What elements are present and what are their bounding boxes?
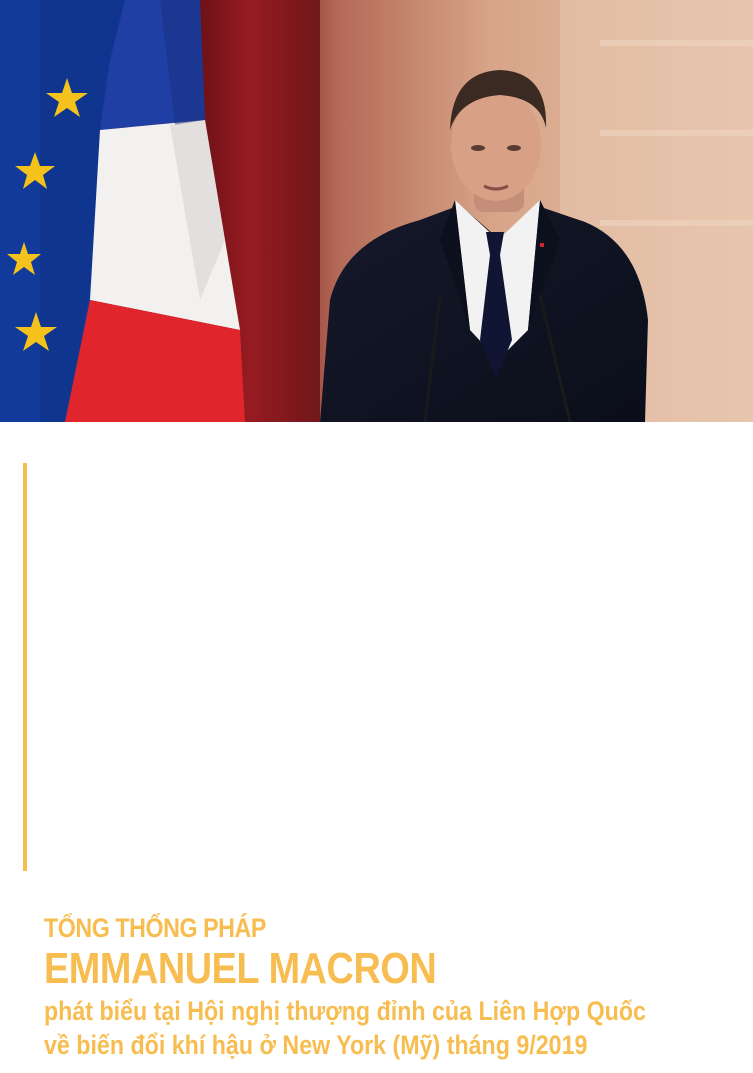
caption-kicker: TỔNG THỐNG PHÁP <box>44 913 266 943</box>
photo-caption: TỔNG THỐNG PHÁP EMMANUEL MACRON phát biể… <box>44 910 734 1062</box>
page: TỔNG THỐNG PHÁP EMMANUEL MACRON phát biể… <box>0 0 753 1073</box>
caption-desc-line-2: về biến đổi khí hậu ở New York (Mỹ) thán… <box>44 1030 588 1060</box>
photo-illustration <box>0 0 753 422</box>
hero-photo <box>0 0 753 422</box>
accent-line <box>23 463 27 871</box>
caption-desc-line-1: phát biểu tại Hội nghị thượng đỉnh của L… <box>44 996 646 1026</box>
caption-name: EMMANUEL MACRON <box>44 944 437 993</box>
